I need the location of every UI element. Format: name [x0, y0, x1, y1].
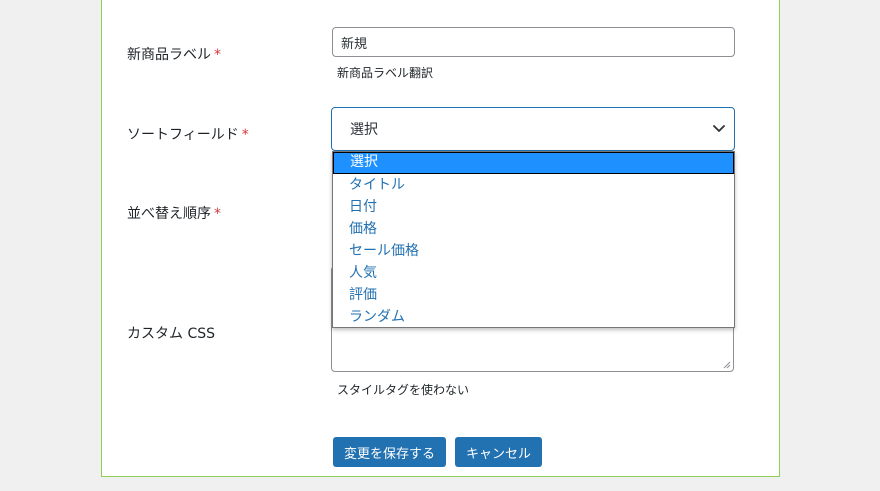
- sort-option-rating[interactable]: 評価: [333, 284, 734, 306]
- custom-css-label: カスタム CSS: [127, 326, 215, 342]
- sort-field-text: ソートフィールド: [127, 127, 239, 143]
- save-changes-button[interactable]: 変更を保存する: [333, 437, 446, 467]
- sort-field-dropdown: 選択 タイトル 日付 価格 セール価格 人気 評価 ランダム: [332, 151, 735, 328]
- new-label-field-label: 新商品ラベル *: [127, 44, 221, 64]
- sort-option-sale-price[interactable]: セール価格: [333, 240, 734, 262]
- required-mark: *: [214, 206, 221, 222]
- cancel-button[interactable]: キャンセル: [455, 437, 542, 467]
- sort-order-label: 並べ替え順序 *: [127, 203, 221, 223]
- sort-option-popularity[interactable]: 人気: [333, 262, 734, 284]
- sort-order-text: 並べ替え順序: [127, 206, 211, 222]
- chevron-down-icon: [713, 125, 725, 132]
- new-label-value: 新規: [341, 36, 368, 52]
- custom-css-help: スタイルタグを使わない: [337, 383, 470, 397]
- required-mark: *: [241, 127, 249, 143]
- required-mark: *: [214, 47, 221, 63]
- sort-field-label: ソートフィールド *: [127, 124, 249, 144]
- sort-option-select[interactable]: 選択: [333, 152, 734, 174]
- new-label-text: 新商品ラベル: [127, 47, 211, 63]
- sort-option-title[interactable]: タイトル: [333, 174, 734, 196]
- new-label-help: 新商品ラベル翻訳: [337, 66, 434, 80]
- sort-field-select[interactable]: 選択: [331, 107, 735, 151]
- sort-field-selected-value: 選択: [350, 122, 378, 138]
- sort-option-date[interactable]: 日付: [333, 196, 734, 218]
- sort-option-random[interactable]: ランダム: [333, 306, 734, 328]
- sort-option-price[interactable]: 価格: [333, 218, 734, 240]
- new-label-input[interactable]: 新規: [332, 27, 735, 57]
- resize-handle-icon[interactable]: [723, 361, 731, 369]
